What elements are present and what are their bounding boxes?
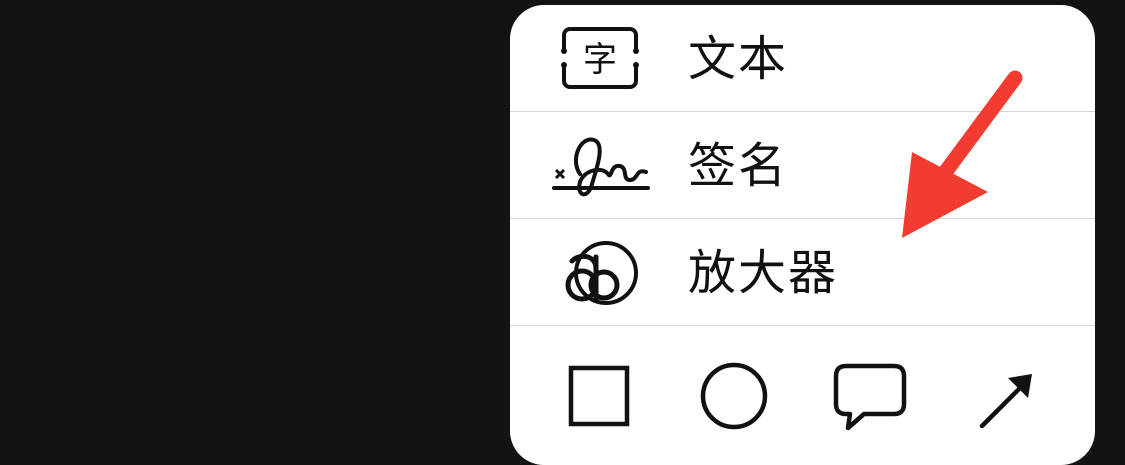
speech-bubble-icon — [833, 363, 907, 431]
magnifier-icon — [550, 237, 650, 309]
menu-item-magnifier-label: 放大器 — [688, 245, 839, 301]
arrow-icon — [979, 374, 1032, 429]
menu-item-text[interactable]: 字 文本 — [510, 5, 1095, 112]
text-box-icon: 字 — [550, 23, 650, 95]
square-shape-button[interactable] — [560, 356, 640, 436]
text-box-glyph: 字 — [583, 40, 617, 80]
menu-item-text-label: 文本 — [688, 31, 789, 87]
speech-bubble-shape-button[interactable] — [830, 356, 910, 436]
markup-menu: 字 文本 签名 放大器 — [510, 5, 1095, 465]
menu-item-magnifier[interactable]: 放大器 — [510, 219, 1095, 326]
arrow-shape-button[interactable] — [972, 356, 1052, 436]
shape-toolbar — [510, 328, 1095, 465]
circle-shape-button[interactable] — [695, 356, 775, 436]
menu-item-signature-label: 签名 — [688, 138, 789, 194]
signature-icon — [550, 130, 650, 202]
menu-item-signature[interactable]: 签名 — [510, 112, 1095, 219]
square-icon — [568, 365, 630, 427]
circle-icon — [700, 362, 768, 430]
